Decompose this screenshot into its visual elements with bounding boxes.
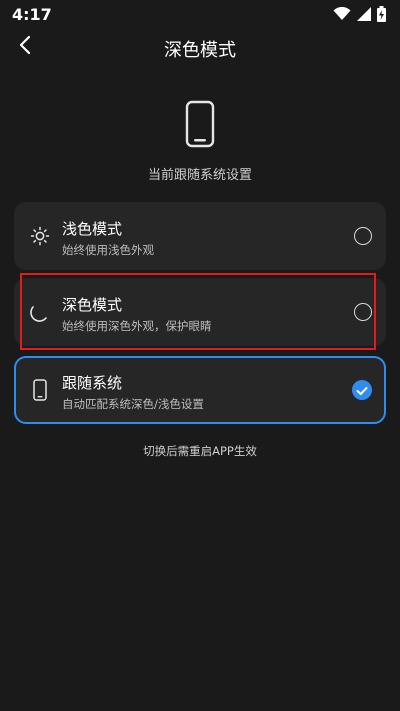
- option-follow-system[interactable]: 跟随系统 自动匹配系统深色/浅色设置: [14, 356, 386, 424]
- app-header: 深色模式: [0, 28, 400, 66]
- radio-unchecked[interactable]: [354, 303, 372, 321]
- option-dark-mode[interactable]: 深色模式 始终使用深色外观，保护眼睛: [14, 278, 386, 346]
- moon-icon: [28, 300, 52, 324]
- phone-icon: [28, 378, 52, 402]
- phone-icon: [185, 100, 215, 148]
- radio-checked[interactable]: [352, 380, 372, 400]
- page-title: 深色模式: [164, 40, 236, 61]
- status-bar: 4:17: [0, 0, 400, 28]
- battery-charging-icon: [377, 6, 386, 22]
- signal-icon: [357, 7, 371, 21]
- wifi-icon: [333, 7, 351, 21]
- option-subtitle: 始终使用深色外观，保护眼睛: [62, 319, 212, 333]
- sun-icon: [28, 224, 52, 248]
- current-setting-text: 当前跟随系统设置: [147, 168, 252, 183]
- radio-unchecked[interactable]: [354, 227, 372, 245]
- status-time: 4:17: [12, 4, 52, 24]
- check-icon: [356, 381, 368, 400]
- option-light-mode[interactable]: 浅色模式 始终使用浅色外观: [14, 202, 386, 270]
- status-icons: [333, 6, 386, 22]
- option-title: 浅色模式: [62, 220, 123, 238]
- option-title: 深色模式: [62, 296, 123, 314]
- option-subtitle: 自动匹配系统深色/浅色设置: [62, 397, 204, 411]
- restart-note: 切换后需重启APP生效: [143, 444, 257, 458]
- option-subtitle: 始终使用浅色外观: [62, 243, 154, 257]
- option-title: 跟随系统: [62, 374, 123, 392]
